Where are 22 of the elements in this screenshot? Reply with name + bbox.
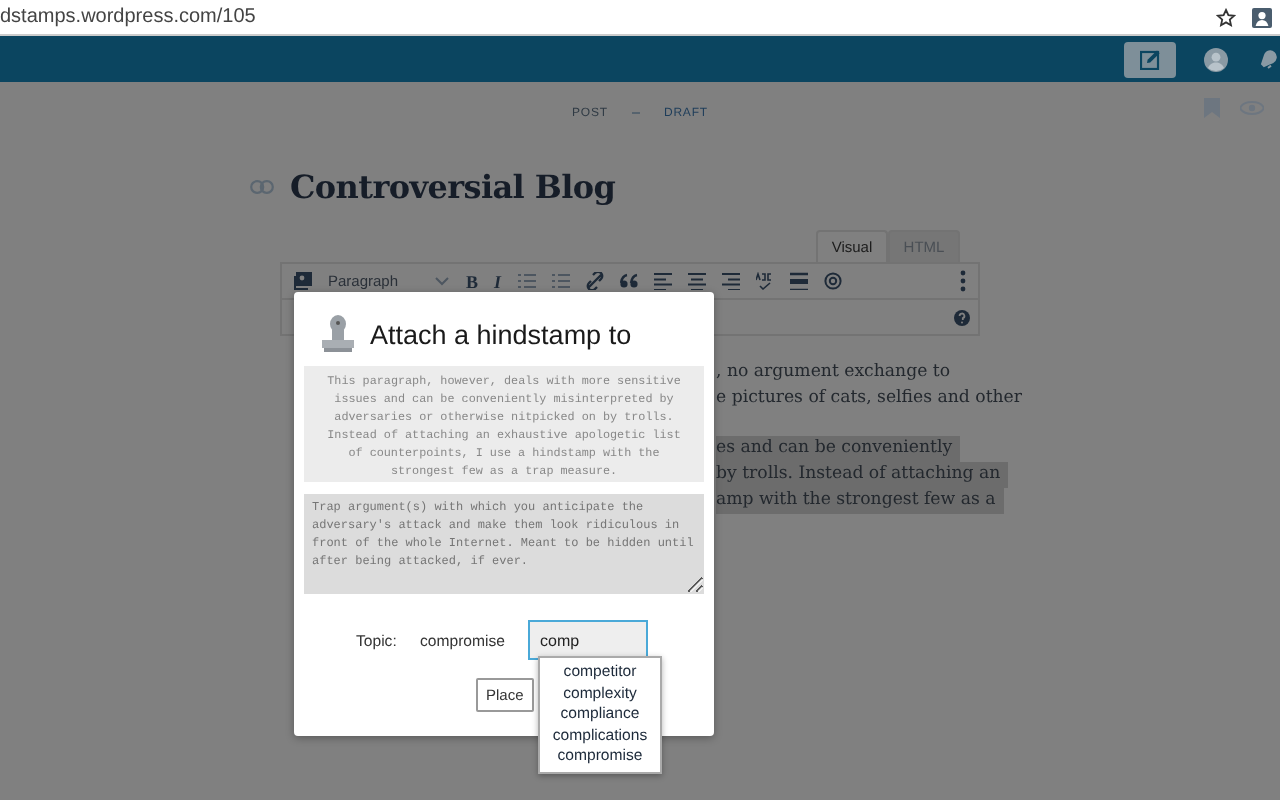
align-center-icon[interactable]	[687, 272, 706, 290]
more-options-icon[interactable]	[960, 270, 966, 292]
align-left-icon[interactable]	[653, 272, 672, 290]
profile-icon[interactable]	[1252, 7, 1272, 27]
spellcheck-icon[interactable]	[755, 272, 774, 290]
post-title[interactable]: Controversial Blog	[290, 167, 616, 205]
topic-input[interactable]: comp	[528, 620, 648, 660]
dialog-title: Attach a hindstamp to	[370, 319, 632, 349]
help-icon[interactable]	[954, 309, 970, 325]
paragraph-line: , no argument exchange to	[716, 360, 953, 386]
italic-button[interactable]: I	[494, 271, 502, 291]
write-button[interactable]	[1124, 41, 1176, 77]
read-more-icon[interactable]	[789, 272, 808, 290]
quote-icon[interactable]	[619, 272, 638, 290]
avatar-icon[interactable]	[1204, 47, 1228, 71]
stamp-icon	[322, 314, 354, 354]
paragraph-line: e pictures of cats, selfies and other	[716, 386, 1025, 412]
star-icon[interactable]	[1216, 7, 1236, 27]
bold-button[interactable]: B	[466, 271, 479, 291]
align-right-icon[interactable]	[721, 272, 740, 290]
pencil-icon	[1140, 49, 1160, 69]
image-icon[interactable]	[294, 272, 312, 290]
